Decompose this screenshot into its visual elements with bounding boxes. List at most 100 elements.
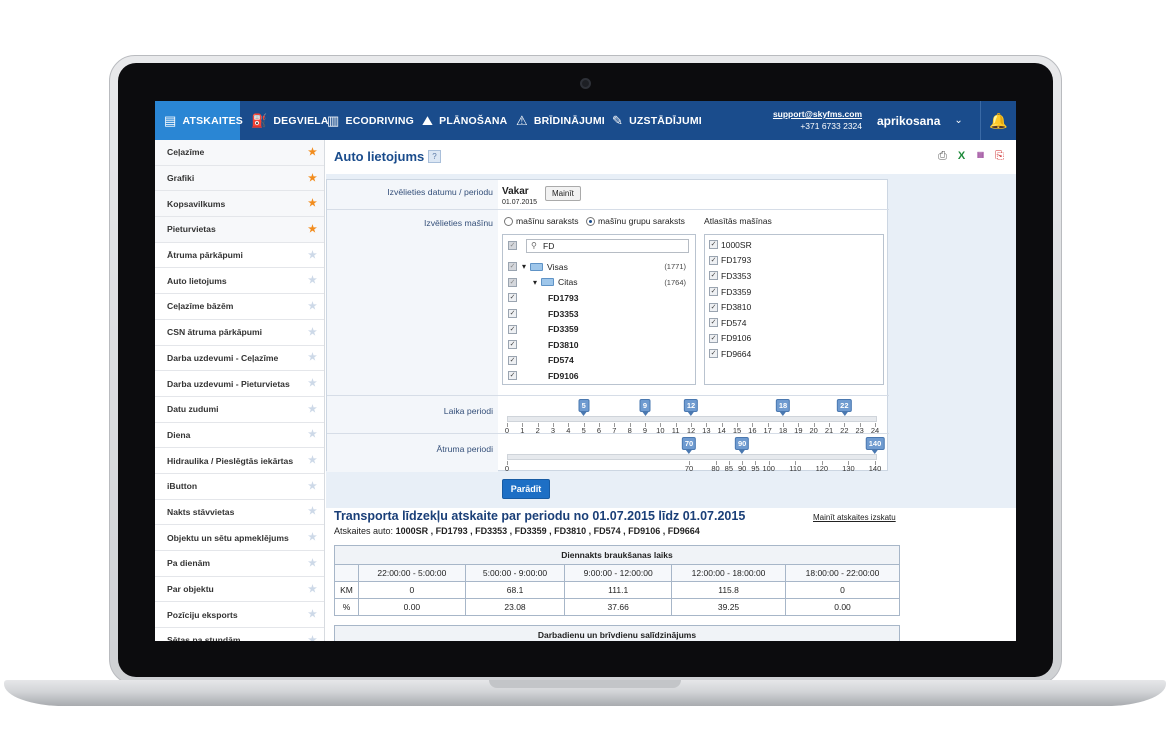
- star-icon[interactable]: ★: [308, 584, 317, 595]
- tree-item[interactable]: ✓ FD1793: [508, 290, 690, 306]
- checkbox[interactable]: ✓: [508, 340, 517, 350]
- star-icon[interactable]: ★: [308, 455, 317, 466]
- excel-icon[interactable]: X: [955, 150, 968, 163]
- csv-icon[interactable]: ▦: [974, 150, 987, 163]
- sidebar-item[interactable]: Darba uzdevumi - Ceļazīme ★: [155, 346, 324, 372]
- tree-item[interactable]: ✓ ▾ Citas (1764): [508, 275, 690, 291]
- selected-vehicle[interactable]: ✓ FD9106: [709, 331, 751, 347]
- slider-handle[interactable]: 12: [683, 399, 699, 416]
- pdf-icon[interactable]: ⎘: [993, 150, 1006, 163]
- star-icon[interactable]: ★: [308, 404, 317, 415]
- checkbox[interactable]: ✓: [508, 277, 517, 287]
- selected-vehicle[interactable]: ✓ FD9664: [709, 346, 751, 362]
- sidebar-item[interactable]: Ceļazīme bāzēm ★: [155, 294, 324, 320]
- selected-vehicle[interactable]: ✓ FD3359: [709, 284, 751, 300]
- expand-arrow-icon[interactable]: ▾: [522, 262, 526, 271]
- tree-item[interactable]: ✓ FD3353: [508, 306, 690, 322]
- sidebar-item[interactable]: Ātruma pārkāpumi ★: [155, 243, 324, 269]
- print-icon[interactable]: ⎙: [936, 150, 949, 163]
- checkbox[interactable]: ✓: [709, 287, 718, 297]
- star-icon[interactable]: ★: [308, 481, 317, 492]
- selected-vehicle[interactable]: ✓ FD3353: [709, 268, 751, 284]
- sidebar-item[interactable]: Sētas pa stundām ★: [155, 628, 324, 641]
- nav-fuel[interactable]: ⛽ DEGVIELA: [251, 101, 329, 140]
- tree-item[interactable]: ✓ FD3359: [508, 321, 690, 337]
- sidebar-item[interactable]: Darba uzdevumi - Pieturvietas ★: [155, 371, 324, 397]
- change-view-link[interactable]: Mainīt atskaites izskatu: [813, 513, 896, 522]
- star-icon[interactable]: ★: [308, 250, 317, 261]
- slider-handle[interactable]: 70: [681, 437, 697, 454]
- time-period-slider[interactable]: 0 1 2 3 4 5 6 7 8 9 10 11 12 13 14 15 16 17 18 19 20 21 22 23 24…: [504, 399, 880, 435]
- sidebar-item[interactable]: Hidraulika / Pieslēgtās iekārtas ★: [155, 448, 324, 474]
- checkbox[interactable]: ✓: [709, 240, 718, 250]
- slider-track[interactable]: [507, 454, 877, 460]
- change-period-button[interactable]: Mainīt: [545, 186, 581, 201]
- sidebar-item[interactable]: Par objektu ★: [155, 577, 324, 603]
- checkbox[interactable]: ✓: [709, 255, 718, 265]
- sidebar-item[interactable]: Kopsavilkums ★: [155, 191, 324, 218]
- tree-item[interactable]: ✓ FD574: [508, 353, 690, 369]
- star-icon[interactable]: ★: [308, 173, 317, 184]
- sidebar-item[interactable]: Grafiki ★: [155, 165, 324, 192]
- star-icon[interactable]: ★: [308, 327, 317, 338]
- checkbox[interactable]: ✓: [709, 318, 718, 328]
- star-icon[interactable]: ★: [308, 429, 317, 440]
- support-email-link[interactable]: support@skyfms.com: [773, 108, 862, 120]
- checkbox[interactable]: ✓: [508, 371, 517, 381]
- vehicle-search-input[interactable]: ⚲ FD: [526, 238, 689, 253]
- star-icon[interactable]: ★: [308, 275, 317, 286]
- star-icon[interactable]: ★: [308, 609, 317, 620]
- tree-item[interactable]: ✓ FD3810: [508, 337, 690, 353]
- select-all-checkbox[interactable]: ✓: [508, 241, 517, 250]
- star-icon[interactable]: ★: [308, 558, 317, 569]
- slider-handle[interactable]: 5: [578, 399, 590, 416]
- show-button[interactable]: Parādīt: [502, 479, 550, 499]
- nav-settings[interactable]: ✎ UZSTĀDĪJUMI: [612, 101, 702, 140]
- star-icon[interactable]: ★: [308, 198, 317, 209]
- checkbox[interactable]: ✓: [709, 349, 718, 359]
- selected-vehicle[interactable]: ✓ FD1793: [709, 253, 751, 269]
- checkbox[interactable]: ✓: [709, 302, 718, 312]
- sidebar-item[interactable]: Auto lietojums ★: [155, 268, 324, 295]
- slider-handle[interactable]: 18: [775, 399, 791, 416]
- star-icon[interactable]: ★: [308, 147, 317, 158]
- slider-handle[interactable]: 90: [734, 437, 750, 454]
- radio-vehicle-groups[interactable]: mašīnu grupu saraksts: [586, 216, 685, 226]
- star-icon[interactable]: ★: [308, 224, 317, 235]
- speed-period-slider[interactable]: 0 70 80 85 90 95 100 110 120 130 140 70 90 140: [504, 437, 885, 473]
- radio-button-selected[interactable]: [586, 216, 595, 226]
- sidebar-item[interactable]: Pozīciju eksports ★: [155, 602, 324, 629]
- checkbox[interactable]: ✓: [508, 309, 517, 319]
- checkbox[interactable]: ✓: [508, 293, 517, 303]
- slider-handle[interactable]: 140: [865, 437, 885, 454]
- checkbox[interactable]: ✓: [508, 355, 517, 365]
- selected-vehicle[interactable]: ✓ 1000SR: [709, 237, 752, 253]
- sidebar-item[interactable]: Nakts stāvvietas ★: [155, 500, 324, 526]
- radio-button[interactable]: [504, 216, 513, 226]
- checkbox[interactable]: ✓: [709, 333, 718, 343]
- sidebar-item[interactable]: Pieturvietas ★: [155, 217, 324, 243]
- star-icon[interactable]: ★: [308, 506, 317, 517]
- sidebar-item[interactable]: Objektu un sētu apmeklējums ★: [155, 525, 324, 551]
- sidebar-item[interactable]: Pa dienām ★: [155, 551, 324, 577]
- star-icon[interactable]: ★: [308, 352, 317, 363]
- tree-item[interactable]: ✓ FD9106: [508, 368, 690, 384]
- checkbox[interactable]: ✓: [508, 324, 517, 334]
- star-icon[interactable]: ★: [308, 532, 317, 543]
- tree-item[interactable]: ✓ ▾ Visas (1771): [508, 259, 690, 275]
- selected-vehicle[interactable]: ✓ FD3810: [709, 299, 751, 315]
- nav-warnings[interactable]: ⚠ BRĪDINĀJUMI: [516, 101, 605, 140]
- expand-arrow-icon[interactable]: ▾: [533, 278, 537, 287]
- slider-track[interactable]: [507, 416, 877, 422]
- radio-vehicle-list[interactable]: mašīnu saraksts: [504, 216, 579, 226]
- slider-handle[interactable]: 9: [639, 399, 651, 416]
- star-icon[interactable]: ★: [308, 635, 317, 641]
- selected-vehicle[interactable]: ✓ FD574: [709, 315, 747, 331]
- sidebar-item[interactable]: Diena ★: [155, 423, 324, 449]
- slider-handle[interactable]: 22: [837, 399, 852, 416]
- checkbox[interactable]: ✓: [709, 271, 718, 281]
- star-icon[interactable]: ★: [308, 301, 317, 312]
- bell-icon[interactable]: 🔔: [980, 101, 1016, 140]
- sidebar-item[interactable]: CSN ātruma pārkāpumi ★: [155, 320, 324, 346]
- sidebar-item[interactable]: Datu zudumi ★: [155, 397, 324, 423]
